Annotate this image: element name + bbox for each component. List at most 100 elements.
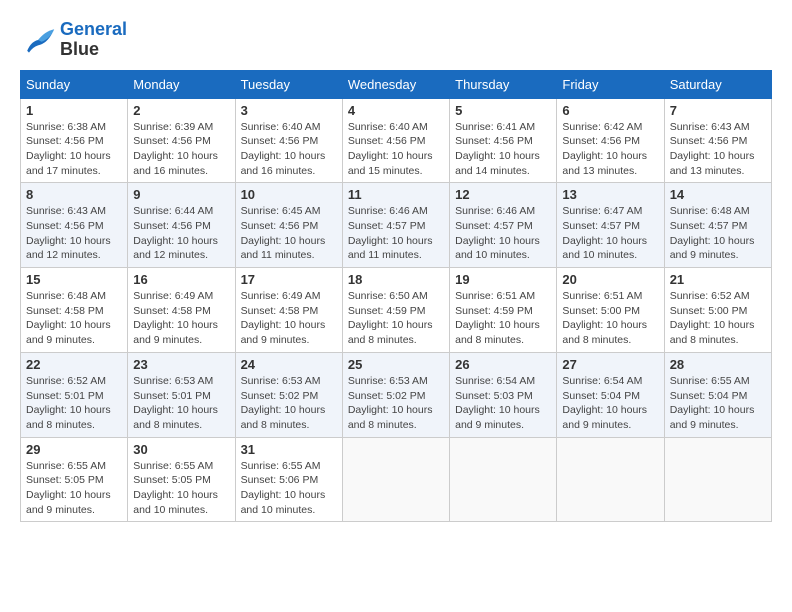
day-number: 21 <box>670 272 766 287</box>
calendar-cell: 17 Sunrise: 6:49 AM Sunset: 4:58 PM Dayli… <box>235 268 342 353</box>
day-number: 3 <box>241 103 337 118</box>
weekday-header-tuesday: Tuesday <box>235 70 342 98</box>
calendar-week-2: 8 Sunrise: 6:43 AM Sunset: 4:56 PM Daylig… <box>21 183 772 268</box>
calendar-cell <box>450 437 557 522</box>
calendar-week-4: 22 Sunrise: 6:52 AM Sunset: 5:01 PM Dayli… <box>21 352 772 437</box>
day-number: 27 <box>562 357 658 372</box>
calendar-cell: 11 Sunrise: 6:46 AM Sunset: 4:57 PM Dayli… <box>342 183 449 268</box>
page-header: GeneralBlue <box>20 20 772 60</box>
day-info: Sunrise: 6:44 AM Sunset: 4:56 PM Dayligh… <box>133 204 229 263</box>
calendar-cell: 18Sunrise: 6:50 AM Sunset: 4:59 PM Dayli… <box>342 268 449 353</box>
calendar-cell: 14 Sunrise: 6:48 AM Sunset: 4:57 PM Dayli… <box>664 183 771 268</box>
day-info: Sunrise: 6:43 AM Sunset: 4:56 PM Dayligh… <box>670 120 766 179</box>
day-info: Sunrise: 6:43 AM Sunset: 4:56 PM Dayligh… <box>26 204 122 263</box>
logo: GeneralBlue <box>20 20 127 60</box>
day-info: Sunrise: 6:42 AM Sunset: 4:56 PM Dayligh… <box>562 120 658 179</box>
day-number: 29 <box>26 442 122 457</box>
day-info: Sunrise: 6:38 AM Sunset: 4:56 PM Dayligh… <box>26 120 122 179</box>
calendar-cell: 28Sunrise: 6:55 AM Sunset: 5:04 PM Dayli… <box>664 352 771 437</box>
day-info: Sunrise: 6:51 AM Sunset: 5:00 PM Dayligh… <box>562 289 658 348</box>
day-info: Sunrise: 6:48 AM Sunset: 4:58 PM Dayligh… <box>26 289 122 348</box>
weekday-header-sunday: Sunday <box>21 70 128 98</box>
day-number: 26 <box>455 357 551 372</box>
calendar-week-3: 15 Sunrise: 6:48 AM Sunset: 4:58 PM Dayli… <box>21 268 772 353</box>
calendar-cell: 16 Sunrise: 6:49 AM Sunset: 4:58 PM Dayli… <box>128 268 235 353</box>
day-info: Sunrise: 6:52 AM Sunset: 5:01 PM Dayligh… <box>26 374 122 433</box>
day-number: 31 <box>241 442 337 457</box>
day-number: 7 <box>670 103 766 118</box>
day-info: Sunrise: 6:49 AM Sunset: 4:58 PM Dayligh… <box>241 289 337 348</box>
day-info: Sunrise: 6:40 AM Sunset: 4:56 PM Dayligh… <box>241 120 337 179</box>
calendar-cell: 2 Sunrise: 6:39 AM Sunset: 4:56 PM Daylig… <box>128 98 235 183</box>
day-number: 5 <box>455 103 551 118</box>
weekday-header-saturday: Saturday <box>664 70 771 98</box>
weekday-header-thursday: Thursday <box>450 70 557 98</box>
day-number: 6 <box>562 103 658 118</box>
day-info: Sunrise: 6:54 AM Sunset: 5:03 PM Dayligh… <box>455 374 551 433</box>
day-number: 1 <box>26 103 122 118</box>
day-info: Sunrise: 6:52 AM Sunset: 5:00 PM Dayligh… <box>670 289 766 348</box>
calendar-cell: 5Sunrise: 6:41 AM Sunset: 4:56 PM Daylig… <box>450 98 557 183</box>
calendar-header-row: SundayMondayTuesdayWednesdayThursdayFrid… <box>21 70 772 98</box>
day-number: 8 <box>26 187 122 202</box>
day-info: Sunrise: 6:39 AM Sunset: 4:56 PM Dayligh… <box>133 120 229 179</box>
calendar-cell: 10 Sunrise: 6:45 AM Sunset: 4:56 PM Dayli… <box>235 183 342 268</box>
calendar-cell: 12 Sunrise: 6:46 AM Sunset: 4:57 PM Dayli… <box>450 183 557 268</box>
weekday-header-wednesday: Wednesday <box>342 70 449 98</box>
calendar-cell: 26 Sunrise: 6:54 AM Sunset: 5:03 PM Dayli… <box>450 352 557 437</box>
calendar-cell: 29 Sunrise: 6:55 AM Sunset: 5:05 PM Dayli… <box>21 437 128 522</box>
calendar-cell: 19Sunrise: 6:51 AM Sunset: 4:59 PM Dayli… <box>450 268 557 353</box>
day-info: Sunrise: 6:51 AM Sunset: 4:59 PM Dayligh… <box>455 289 551 348</box>
calendar-week-5: 29 Sunrise: 6:55 AM Sunset: 5:05 PM Dayli… <box>21 437 772 522</box>
day-info: Sunrise: 6:55 AM Sunset: 5:05 PM Dayligh… <box>133 459 229 518</box>
day-number: 23 <box>133 357 229 372</box>
day-info: Sunrise: 6:48 AM Sunset: 4:57 PM Dayligh… <box>670 204 766 263</box>
day-number: 12 <box>455 187 551 202</box>
day-number: 14 <box>670 187 766 202</box>
calendar-cell: 6 Sunrise: 6:42 AM Sunset: 4:56 PM Daylig… <box>557 98 664 183</box>
calendar-cell: 7 Sunrise: 6:43 AM Sunset: 4:56 PM Daylig… <box>664 98 771 183</box>
calendar-table: SundayMondayTuesdayWednesdayThursdayFrid… <box>20 70 772 523</box>
day-info: Sunrise: 6:46 AM Sunset: 4:57 PM Dayligh… <box>455 204 551 263</box>
weekday-header-monday: Monday <box>128 70 235 98</box>
calendar-cell: 4Sunrise: 6:40 AM Sunset: 4:56 PM Daylig… <box>342 98 449 183</box>
day-info: Sunrise: 6:53 AM Sunset: 5:02 PM Dayligh… <box>348 374 444 433</box>
day-number: 2 <box>133 103 229 118</box>
day-number: 16 <box>133 272 229 287</box>
day-info: Sunrise: 6:55 AM Sunset: 5:05 PM Dayligh… <box>26 459 122 518</box>
day-info: Sunrise: 6:55 AM Sunset: 5:04 PM Dayligh… <box>670 374 766 433</box>
day-number: 4 <box>348 103 444 118</box>
day-info: Sunrise: 6:47 AM Sunset: 4:57 PM Dayligh… <box>562 204 658 263</box>
calendar-cell: 1 Sunrise: 6:38 AM Sunset: 4:56 PM Daylig… <box>21 98 128 183</box>
day-number: 11 <box>348 187 444 202</box>
day-info: Sunrise: 6:53 AM Sunset: 5:02 PM Dayligh… <box>241 374 337 433</box>
day-number: 10 <box>241 187 337 202</box>
day-number: 20 <box>562 272 658 287</box>
calendar-cell: 15 Sunrise: 6:48 AM Sunset: 4:58 PM Dayli… <box>21 268 128 353</box>
weekday-header-friday: Friday <box>557 70 664 98</box>
day-info: Sunrise: 6:46 AM Sunset: 4:57 PM Dayligh… <box>348 204 444 263</box>
calendar-cell: 27 Sunrise: 6:54 AM Sunset: 5:04 PM Dayli… <box>557 352 664 437</box>
day-number: 22 <box>26 357 122 372</box>
day-info: Sunrise: 6:49 AM Sunset: 4:58 PM Dayligh… <box>133 289 229 348</box>
day-number: 9 <box>133 187 229 202</box>
calendar-cell: 8 Sunrise: 6:43 AM Sunset: 4:56 PM Daylig… <box>21 183 128 268</box>
calendar-week-1: 1 Sunrise: 6:38 AM Sunset: 4:56 PM Daylig… <box>21 98 772 183</box>
day-info: Sunrise: 6:53 AM Sunset: 5:01 PM Dayligh… <box>133 374 229 433</box>
day-number: 15 <box>26 272 122 287</box>
calendar-cell: 21 Sunrise: 6:52 AM Sunset: 5:00 PM Dayli… <box>664 268 771 353</box>
day-number: 17 <box>241 272 337 287</box>
day-info: Sunrise: 6:45 AM Sunset: 4:56 PM Dayligh… <box>241 204 337 263</box>
calendar-cell <box>557 437 664 522</box>
calendar-cell: 25 Sunrise: 6:53 AM Sunset: 5:02 PM Dayli… <box>342 352 449 437</box>
day-number: 13 <box>562 187 658 202</box>
calendar-cell: 22 Sunrise: 6:52 AM Sunset: 5:01 PM Dayli… <box>21 352 128 437</box>
logo-text: GeneralBlue <box>60 20 127 60</box>
calendar-cell: 20 Sunrise: 6:51 AM Sunset: 5:00 PM Dayli… <box>557 268 664 353</box>
day-info: Sunrise: 6:54 AM Sunset: 5:04 PM Dayligh… <box>562 374 658 433</box>
calendar-cell: 31Sunrise: 6:55 AM Sunset: 5:06 PM Dayli… <box>235 437 342 522</box>
calendar-cell <box>664 437 771 522</box>
day-number: 25 <box>348 357 444 372</box>
calendar-cell: 3 Sunrise: 6:40 AM Sunset: 4:56 PM Daylig… <box>235 98 342 183</box>
day-number: 30 <box>133 442 229 457</box>
